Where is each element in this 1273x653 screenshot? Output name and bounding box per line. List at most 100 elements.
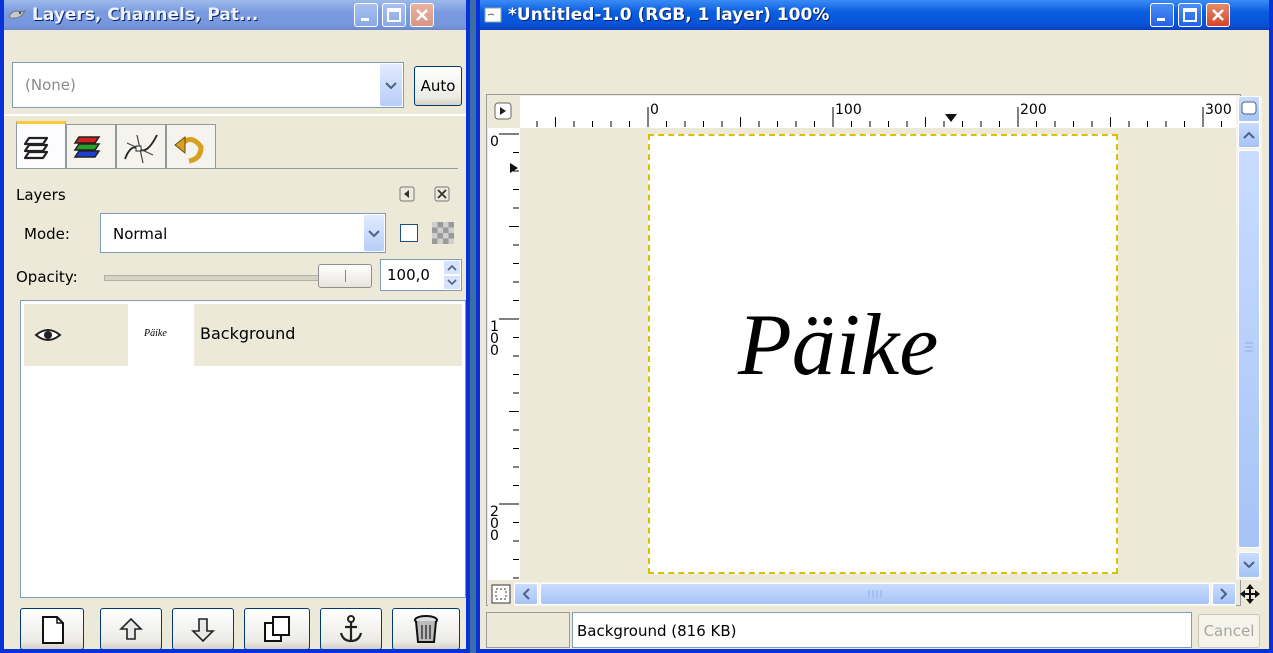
arrow-down-icon bbox=[191, 618, 215, 643]
navigate-button[interactable] bbox=[1238, 582, 1262, 606]
horizontal-scroll-thumb[interactable] bbox=[540, 583, 1210, 605]
scroll-down-button[interactable] bbox=[1238, 552, 1260, 578]
ruler-label: 0 bbox=[650, 102, 659, 118]
vertical-ruler-ticks: 0 1 0 0 2 0 0 bbox=[490, 133, 519, 579]
quickmask-toggle[interactable] bbox=[488, 582, 514, 606]
maximize-button[interactable] bbox=[1178, 3, 1202, 27]
opacity-spin[interactable]: 100,0 bbox=[380, 259, 462, 291]
ruler-label: 300 bbox=[1205, 102, 1232, 118]
minimize-icon bbox=[1157, 18, 1165, 21]
chevron-up-icon bbox=[1243, 131, 1255, 139]
grip-icon bbox=[1245, 342, 1253, 352]
raise-layer-button[interactable] bbox=[100, 608, 162, 649]
spin-arrows-icon[interactable] bbox=[444, 261, 460, 289]
scroll-right-button[interactable] bbox=[1212, 583, 1236, 605]
trash-icon bbox=[414, 615, 438, 643]
lower-layer-button[interactable] bbox=[172, 608, 234, 649]
status-field: Background (816 KB) bbox=[572, 612, 1192, 648]
opacity-slider-thumb[interactable] bbox=[318, 264, 372, 288]
undo-history-tab-icon bbox=[174, 135, 204, 164]
layer-row[interactable]: Päike Background bbox=[24, 304, 462, 366]
horizontal-ruler-ticks: 0 100 200 300 bbox=[536, 102, 1232, 127]
menu-bar: File Edit Select View Image Layer Tools … bbox=[480, 32, 1269, 114]
maximize-icon bbox=[387, 8, 401, 22]
new-layer-button[interactable] bbox=[20, 608, 84, 649]
close-icon bbox=[416, 9, 428, 21]
chevron-down-icon[interactable] bbox=[364, 215, 384, 251]
maximize-button[interactable] bbox=[382, 3, 406, 27]
scroll-left-button[interactable] bbox=[514, 583, 538, 605]
layer-thumbnail: Päike bbox=[128, 304, 194, 366]
cancel-button[interactable]: Cancel bbox=[1198, 614, 1260, 648]
eye-visibility-icon[interactable] bbox=[34, 326, 62, 344]
layer-list: Päike Background bbox=[20, 300, 466, 598]
opacity-label: Opacity: bbox=[16, 268, 78, 286]
horizontal-ruler[interactable]: 0 100 200 300 bbox=[520, 96, 1236, 128]
layers-window-title: Layers, Channels, Pat... bbox=[32, 5, 259, 25]
panel-menu-icon[interactable] bbox=[399, 186, 415, 202]
maximize-icon bbox=[1183, 8, 1197, 22]
unit-display bbox=[486, 612, 570, 648]
separator bbox=[4, 114, 466, 116]
image-select-combo[interactable]: (None) bbox=[12, 62, 404, 108]
vertical-scroll-thumb[interactable] bbox=[1238, 150, 1260, 548]
duplicate-icon bbox=[264, 616, 290, 642]
minimize-button[interactable] bbox=[354, 3, 378, 27]
cancel-label: Cancel bbox=[1203, 622, 1255, 640]
tab-layers[interactable] bbox=[16, 121, 66, 169]
transparency-checker-icon bbox=[432, 222, 454, 244]
opacity-slider[interactable] bbox=[104, 264, 372, 288]
gimp-wilber-icon bbox=[8, 10, 26, 19]
tab-divider bbox=[16, 168, 458, 169]
move-navigate-icon bbox=[1240, 584, 1260, 604]
chevron-down-icon[interactable] bbox=[380, 64, 402, 106]
navigate-corner-button[interactable] bbox=[1238, 96, 1260, 122]
image-window-icon bbox=[484, 7, 502, 23]
channels-tab-icon bbox=[73, 136, 101, 158]
preserve-transparency-checkbox[interactable] bbox=[400, 224, 418, 242]
paths-tab-icon bbox=[124, 134, 158, 164]
tab-channels[interactable] bbox=[66, 124, 116, 168]
canvas-area[interactable]: Päike bbox=[520, 128, 1236, 580]
close-button[interactable] bbox=[1206, 3, 1230, 27]
panel-close-icon[interactable] bbox=[434, 186, 450, 202]
image-canvas[interactable]: Päike bbox=[648, 134, 1118, 574]
horizontal-scrollbar[interactable] bbox=[514, 582, 1236, 606]
ruler-label: 0 bbox=[490, 134, 499, 150]
ruler-label: 100 bbox=[835, 102, 862, 118]
mode-select-value: Normal bbox=[113, 225, 168, 243]
minimize-button[interactable] bbox=[1150, 3, 1174, 27]
layers-dock-window: Layers, Channels, Pat... (None) Auto Lay… bbox=[0, 0, 470, 653]
pointer-marker bbox=[945, 114, 957, 122]
layer-name[interactable]: Background bbox=[200, 324, 295, 343]
tab-undo-history[interactable] bbox=[166, 124, 216, 168]
delete-layer-button[interactable] bbox=[392, 608, 460, 649]
close-button[interactable] bbox=[410, 3, 434, 27]
tab-paths[interactable] bbox=[116, 124, 166, 168]
mode-select[interactable]: Normal bbox=[100, 213, 386, 253]
vertical-ruler[interactable]: 0 100 200 bbox=[488, 128, 520, 580]
grip-icon bbox=[868, 590, 882, 598]
new-layer-icon bbox=[42, 616, 64, 644]
mode-label: Mode: bbox=[24, 225, 70, 243]
image-titlebar[interactable]: *Untitled-1.0 (RGB, 1 layer) 100% bbox=[480, 0, 1269, 30]
zoom-corner-icon bbox=[1241, 101, 1257, 115]
opacity-value: 100,0 bbox=[387, 266, 430, 284]
chevron-down-icon bbox=[1243, 561, 1255, 569]
arrow-up-icon bbox=[119, 617, 143, 640]
duplicate-layer-button[interactable] bbox=[244, 608, 310, 649]
vertical-scrollbar[interactable] bbox=[1236, 96, 1262, 580]
anchor-layer-button[interactable] bbox=[320, 608, 382, 649]
ruler-label: 200 bbox=[490, 504, 499, 544]
close-icon bbox=[1212, 9, 1224, 21]
layers-titlebar[interactable]: Layers, Channels, Pat... bbox=[4, 0, 466, 30]
anchor-icon bbox=[339, 615, 363, 643]
image-window: *Untitled-1.0 (RGB, 1 layer) 100% File E… bbox=[476, 0, 1273, 653]
minimize-icon bbox=[361, 18, 369, 21]
layers-tab-icon bbox=[23, 136, 49, 160]
image-menu-button[interactable] bbox=[488, 96, 518, 126]
scroll-up-button[interactable] bbox=[1238, 122, 1260, 148]
status-text: Background (816 KB) bbox=[577, 622, 737, 640]
ruler-label: 200 bbox=[1020, 102, 1047, 118]
auto-button[interactable]: Auto bbox=[414, 66, 462, 106]
